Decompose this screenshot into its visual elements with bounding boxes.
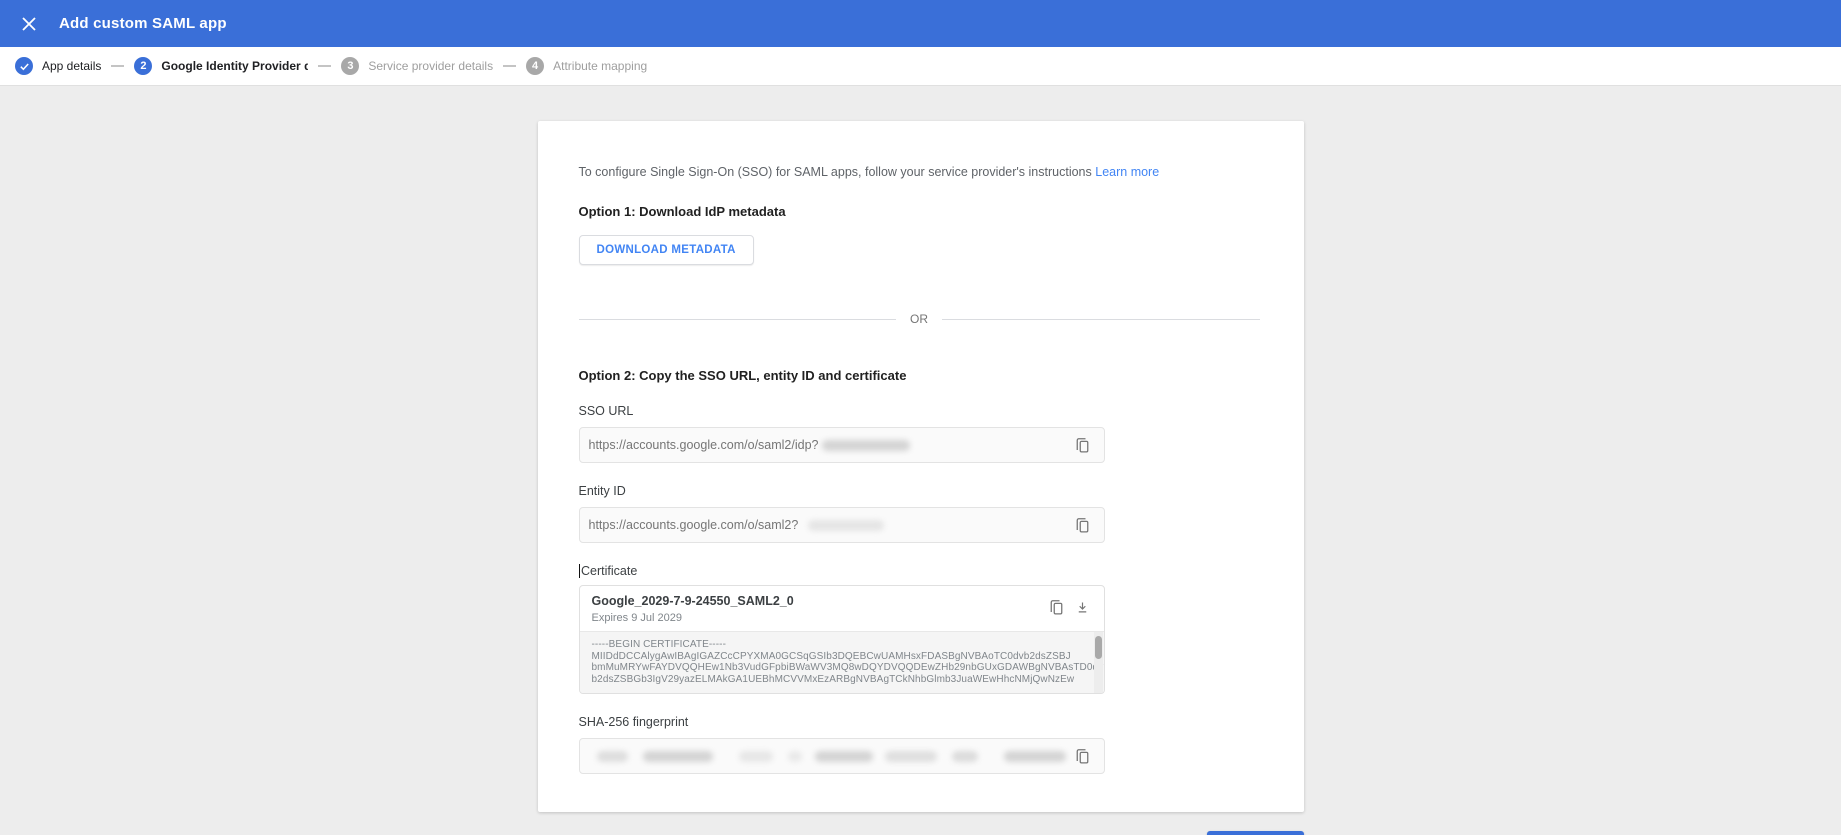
close-icon-glyph <box>22 16 36 31</box>
redacted-blur <box>821 439 910 451</box>
step-label-google-idp-details: Google Identity Provider details <box>161 59 309 73</box>
certificate-text[interactable]: -----BEGIN CERTIFICATE----- MIIDdDCCAlyg… <box>579 631 1104 694</box>
certificate-line: bmMuMRYwFAYDVQQHEw1Nb3VudGFpbiBWaWV3MQ8w… <box>591 662 1104 674</box>
wizard-card: To configure Single Sign-On (SSO) for SA… <box>537 121 1304 813</box>
or-divider: OR <box>578 312 1260 326</box>
redacted-blur <box>738 750 773 762</box>
copy-icon[interactable] <box>1070 512 1096 538</box>
sso-url-field[interactable]: https://accounts.google.com/o/saml2/idp? <box>578 427 1105 463</box>
redacted-blur <box>787 750 802 762</box>
certificate-line: MIIDdDCCAlygAwIBAgIGAZCcCPYXMA0GCSqGSIb3… <box>591 650 1071 662</box>
divider-line <box>578 318 896 320</box>
redacted-blur <box>596 750 628 762</box>
dialog-header: Add custom SAML app <box>0 0 1841 47</box>
step-label-service-provider-details: Service provider details <box>368 59 494 73</box>
divider-line <box>942 318 1260 320</box>
copy-icon[interactable] <box>1070 432 1096 458</box>
redacted-blur <box>808 519 885 531</box>
intro-text: To configure Single Sign-On (SSO) for SA… <box>579 165 1260 179</box>
sha256-fingerprint-field[interactable] <box>578 738 1105 775</box>
certificate-header: Google_2029-7-9-24550_SAML2_0 Expires 9 … <box>580 586 1104 631</box>
dialog-title: Add custom SAML app <box>59 15 227 32</box>
redacted-blur <box>814 750 873 762</box>
redacted-fingerprint <box>589 750 1066 762</box>
entity-id-field[interactable]: https://accounts.google.com/o/saml2? <box>578 507 1105 543</box>
certificate-expiry: Expires 9 Jul 2029 <box>591 612 683 624</box>
scrollbar-thumb[interactable] <box>1094 636 1102 659</box>
certificate-line: b2dsZSBGb3IgV29yazELMAkGA1UEBhMCVVMxEzAR… <box>591 673 1075 685</box>
sha256-fingerprint-label: SHA-256 fingerprint <box>578 715 689 730</box>
stepper-step-app-details[interactable]: App details <box>15 57 101 75</box>
step-connector <box>503 65 517 67</box>
step-connector <box>111 65 125 67</box>
step-number-badge: 4 <box>526 57 545 75</box>
certificate-line: -----BEGIN CERTIFICATE----- <box>591 639 727 650</box>
copy-icon[interactable] <box>1070 743 1096 769</box>
sso-url-label: SSO URL <box>578 404 634 418</box>
redacted-blur <box>642 750 713 762</box>
certificate-info: Google_2029-7-9-24550_SAML2_0 Expires 9 … <box>592 594 794 624</box>
certificate-label: Certificate <box>578 564 1260 578</box>
or-label: OR <box>910 312 928 326</box>
step-number-badge: 2 <box>134 57 153 75</box>
stepper-step-service-provider-details[interactable]: 3 Service provider details <box>341 57 493 75</box>
entity-id-label: Entity ID <box>578 484 626 498</box>
redacted-blur <box>1003 750 1066 762</box>
step-number-badge: 3 <box>341 57 360 75</box>
certificate-label-text: Certificate <box>581 564 638 578</box>
continue-button[interactable]: CONTINUE <box>1207 831 1304 835</box>
redacted-blur <box>951 750 978 762</box>
redacted-blur <box>884 750 937 762</box>
text-cursor <box>578 564 580 578</box>
close-icon[interactable] <box>13 8 45 40</box>
learn-more-link[interactable]: Learn more <box>1095 165 1159 179</box>
step-label-app-details: App details <box>42 59 102 73</box>
stepper-step-google-idp-details[interactable]: 2 Google Identity Provider details <box>134 57 308 75</box>
stepper-step-attribute-mapping[interactable]: 4 Attribute mapping <box>526 57 647 75</box>
page-background: To configure Single Sign-On (SSO) for SA… <box>0 86 1841 835</box>
check-icon <box>15 57 33 75</box>
certificate-card: Google_2029-7-9-24550_SAML2_0 Expires 9 … <box>578 585 1105 695</box>
copy-icon[interactable] <box>1044 594 1070 620</box>
certificate-actions <box>1044 594 1096 620</box>
entity-id-value: https://accounts.google.com/o/saml2? <box>588 518 799 532</box>
option1-heading: Option 1: Download IdP metadata <box>578 204 786 219</box>
stepper: App details 2 Google Identity Provider d… <box>0 47 1841 86</box>
footer-actions: BACK CANCEL CONTINUE <box>538 831 1304 835</box>
intro-sentence: To configure Single Sign-On (SSO) for SA… <box>578 165 1092 179</box>
step-label-attribute-mapping: Attribute mapping <box>553 59 648 73</box>
step-connector <box>318 65 332 67</box>
sso-url-value: https://accounts.google.com/o/saml2/idp? <box>588 438 819 452</box>
download-metadata-button[interactable]: DOWNLOAD METADATA <box>578 235 754 265</box>
certificate-name: Google_2029-7-9-24550_SAML2_0 <box>591 594 794 608</box>
download-icon[interactable] <box>1070 594 1096 620</box>
option2-heading: Option 2: Copy the SSO URL, entity ID an… <box>578 368 907 383</box>
